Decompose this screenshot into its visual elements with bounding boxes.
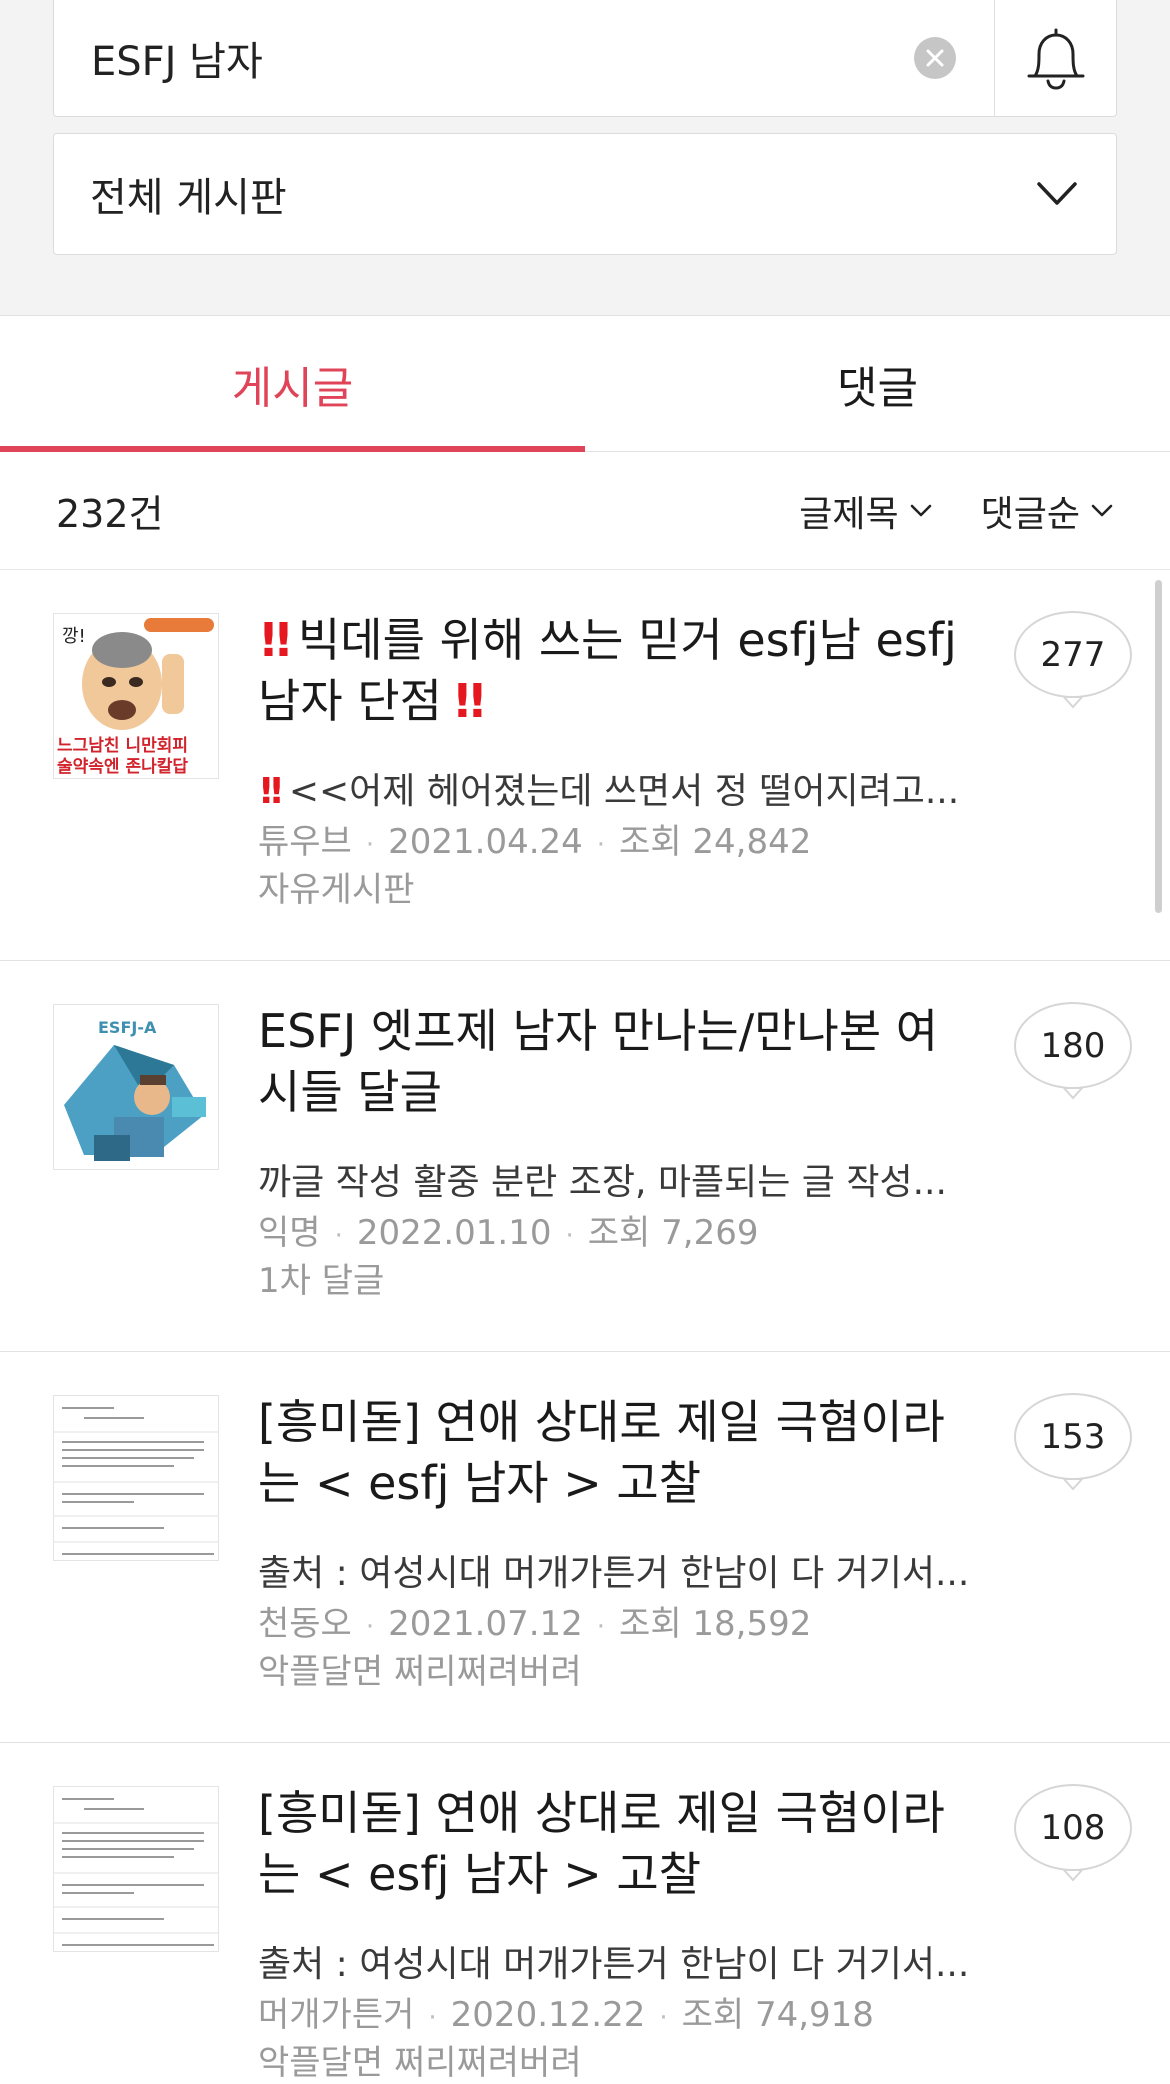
chevron-down-icon	[1037, 182, 1077, 205]
thumb-text-top: ESFJ-A	[98, 1018, 157, 1037]
post-author: 머개가튼거	[258, 1995, 415, 2035]
post-thumbnail: ESFJ-A	[53, 1004, 219, 1170]
post-views: 조회 74,918	[681, 1995, 874, 2035]
post-board: 악플달면 쩌리쩌려버려	[258, 1652, 582, 1692]
post-thumbnail	[53, 1786, 219, 1952]
clear-search-button[interactable]	[914, 37, 956, 79]
post-list: 깡! 느그남친 니만회피 술약속엔 존나칼답 !! 빅데를 위해 쓰는 믿거 es…	[0, 570, 1170, 2084]
search-area: 전체 게시판	[0, 0, 1170, 316]
post-date: 2022.01.10	[356, 1213, 552, 1253]
thumb-text-top: 깡!	[62, 626, 86, 647]
post-author: 천동오	[258, 1604, 352, 1644]
comment-count: 108	[1040, 1808, 1106, 1848]
search-box	[53, 0, 1117, 117]
post-author: 튜우브	[258, 822, 352, 862]
sort-field-dropdown[interactable]: 글제목	[799, 485, 932, 537]
comment-count: 277	[1040, 635, 1106, 675]
svg-text:술약속엔 존나칼답: 술약속엔 존나칼답	[57, 756, 188, 777]
post-views: 조회 18,592	[619, 1604, 812, 1644]
list-item[interactable]: ESFJ-A ESFJ 엣프제 남자 만나는/만나본 여시들 달글 까글 작성 …	[0, 961, 1170, 1352]
post-date: 2021.07.12	[388, 1604, 583, 1644]
tab-comments[interactable]: 댓글	[585, 316, 1170, 451]
scrollbar[interactable]	[1155, 580, 1162, 913]
post-preview: 출처 : 여성시대 머개가튼거 한남이 다 거기서...	[258, 1944, 970, 1985]
alert-emoji-icon: !!	[258, 613, 294, 667]
chevron-down-icon	[910, 504, 931, 516]
post-meta: 튜우브 · 2021.04.24 · 조회 24,842	[258, 822, 812, 862]
board-select[interactable]: 전체 게시판	[53, 133, 1117, 255]
alert-button[interactable]	[994, 0, 1116, 116]
alert-emoji-icon: !!	[258, 771, 285, 812]
post-views: 조회 7,269	[587, 1213, 759, 1253]
post-title[interactable]: ESFJ 엣프제 남자 만나는/만나본 여시들 달글	[258, 1001, 978, 1123]
post-board: 악플달면 쩌리쩌려버려	[258, 2043, 582, 2083]
result-tabs: 게시글 댓글	[0, 316, 1170, 452]
post-meta: 천동오 · 2021.07.12 · 조회 18,592	[258, 1604, 812, 1644]
board-select-label: 전체 게시판	[90, 175, 287, 221]
post-preview-text: <<어제 헤어졌는데 쓰면서 정 떨어지려고...	[288, 771, 960, 812]
post-date: 2020.12.22	[450, 1995, 646, 2035]
post-author: 익명	[258, 1213, 321, 1253]
comment-count-bubble[interactable]: 153	[1012, 1392, 1134, 1492]
post-thumbnail: 깡! 느그남친 니만회피 술약속엔 존나칼답	[53, 613, 219, 779]
comment-count-bubble[interactable]: 277	[1012, 610, 1134, 710]
post-title-text: 빅데를 위해 쓰는 믿거 esfj남 esfj 남자 단점	[258, 613, 957, 728]
bell-icon	[1027, 28, 1084, 90]
comment-count: 153	[1040, 1417, 1106, 1457]
result-count: 232건	[56, 492, 164, 536]
comment-count: 180	[1040, 1026, 1106, 1066]
post-meta: 익명 · 2022.01.10 · 조회 7,269	[258, 1213, 759, 1253]
post-board: 자유게시판	[258, 870, 415, 910]
post-preview: 출처 : 여성시대 머개가튼거 한남이 다 거기서...	[258, 1553, 970, 1594]
sort-order-label: 댓글순	[980, 493, 1080, 535]
tab-posts[interactable]: 게시글	[0, 316, 585, 452]
post-board: 1차 달글	[258, 1261, 385, 1301]
post-preview: !! <<어제 헤어졌는데 쓰면서 정 떨어지려고...	[258, 768, 978, 816]
close-icon	[926, 49, 944, 67]
comment-count-bubble[interactable]: 180	[1012, 1001, 1134, 1101]
sort-field-label: 글제목	[799, 493, 899, 535]
alert-emoji-icon: !!	[451, 674, 488, 728]
list-item[interactable]: 깡! 느그남친 니만회피 술약속엔 존나칼답 !! 빅데를 위해 쓰는 믿거 es…	[0, 570, 1170, 961]
post-preview: 까글 작성 활중 분란 조장, 마플되는 글 작성...	[258, 1162, 947, 1203]
sort-order-dropdown[interactable]: 댓글순	[981, 485, 1114, 537]
svg-text:느그남친 니만회피: 느그남친 니만회피	[57, 736, 188, 756]
list-item[interactable]: [흥미돋] 연애 상대로 제일 극혐이라는 < esfj 남자 > 고찰 출처 …	[0, 1743, 1170, 2084]
chevron-down-icon	[1091, 504, 1113, 516]
post-meta: 머개가튼거 · 2020.12.22 · 조회 74,918	[258, 1995, 874, 2035]
comment-count-bubble[interactable]: 108	[1012, 1783, 1134, 1883]
post-title[interactable]: [흥미돋] 연애 상대로 제일 극혐이라는 < esfj 남자 > 고찰	[258, 1392, 978, 1514]
post-date: 2021.04.24	[388, 822, 583, 862]
post-title[interactable]: !! 빅데를 위해 쓰는 믿거 esfj남 esfj 남자 단점!!	[258, 610, 978, 732]
post-views: 조회 24,842	[619, 822, 812, 862]
post-thumbnail	[53, 1395, 219, 1561]
filter-row: 232건 글제목 댓글순	[0, 452, 1170, 570]
post-title[interactable]: [흥미돋] 연애 상대로 제일 극혐이라는 < esfj 남자 > 고찰	[258, 1783, 978, 1905]
search-input[interactable]	[54, 0, 914, 116]
list-item[interactable]: [흥미돋] 연애 상대로 제일 극혐이라는 < esfj 남자 > 고찰 출처 …	[0, 1352, 1170, 1743]
